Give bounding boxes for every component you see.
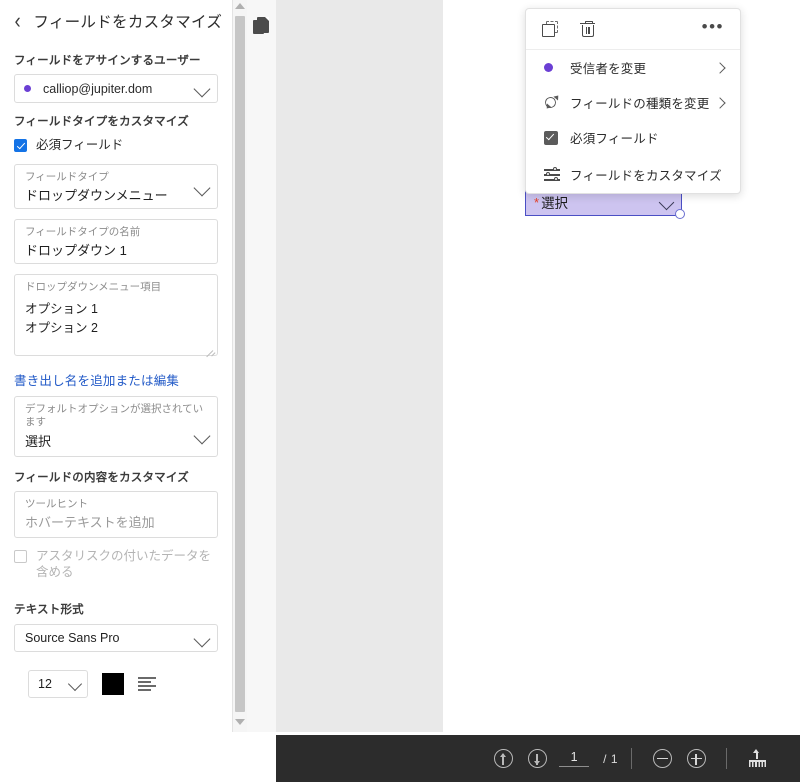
required-field-checkbox-row[interactable]: 必須フィールド [14,138,232,153]
menu-item-label: フィールドをカスタマイズ [570,168,722,183]
dropdown-options-textarea[interactable]: ドロップダウンメニュー項目 オプション 1 オプション 2 [14,274,218,358]
required-asterisk: * [534,194,540,210]
menu-item-required-field[interactable]: 必須フィールド [526,120,740,155]
recipient-dot-icon [544,63,563,72]
viewer-bottom-toolbar: 1 / 1 [276,735,800,782]
field-type-label: フィールドタイプ [25,171,109,184]
resize-grip-icon[interactable] [204,343,216,358]
edit-export-name-link[interactable]: 書き出し名を追加または編集 [14,370,232,389]
field-name-input[interactable]: フィールドタイプの名前 ドロップダウン 1 [14,219,218,265]
upload-button[interactable] [740,742,774,776]
tooltip-label: ツールヒント [25,498,88,511]
field-name-value: ドロップダウン 1 [25,243,127,259]
zoom-out-button[interactable] [645,742,679,776]
chevron-down-icon [193,80,211,98]
panel-header: ‹ フィールドをカスタマイズ [0,0,232,42]
panel-scrollbar[interactable] [232,0,247,732]
zoom-in-button[interactable] [679,742,713,776]
scroll-up-arrow-icon[interactable] [235,3,245,13]
include-asterisk-label: アスタリスクの付いたデータを含める [36,549,212,579]
toolbar-divider [726,748,727,769]
include-asterisk-checkbox-row[interactable]: アスタリスクの付いたデータを含める [14,549,214,580]
assign-user-value: calliop@jupiter.dom [43,81,153,96]
font-size-select[interactable]: 12 [28,670,88,698]
assign-user-select[interactable]: calliop@jupiter.dom [14,74,218,103]
checkbox-unchecked-icon[interactable] [14,550,27,564]
page-total-label: / 1 [603,751,618,766]
menu-item-label: フィールドの種類を変更 [570,97,710,111]
field-type-section-label: フィールドタイプをカスタマイズ [14,116,189,128]
viewer-rail [247,0,277,732]
chevron-right-icon [714,61,726,74]
chevron-down-icon [67,676,83,692]
document-field-value: 選択 [541,196,569,211]
scroll-down-arrow-icon[interactable] [235,719,245,729]
field-name-label: フィールドタイプの名前 [25,226,141,239]
arrow-up-circle-icon [493,749,513,768]
duplicate-icon[interactable] [542,21,558,37]
checkbox-checked-icon[interactable] [14,139,27,152]
dropdown-option-item: オプション 1 [25,302,98,317]
text-format-label: テキスト形式 [14,604,84,616]
recipient-dot-icon [24,85,31,92]
chevron-down-icon [658,194,675,211]
checkbox-checked-icon[interactable] [544,130,563,145]
sliders-icon [544,167,563,181]
dropdown-options-label: ドロップダウンメニュー項目 [25,281,162,294]
back-chevron-icon[interactable]: ‹ [15,10,21,32]
more-options-icon[interactable]: ••• [702,18,724,35]
required-field-label: 必須フィールド [36,138,124,152]
resize-handle[interactable] [675,209,685,219]
align-left-icon[interactable] [138,677,156,691]
field-type-value: ドロップダウンメニュー [25,188,168,204]
context-menu-toolbar: ••• [526,9,740,50]
default-option-value: 選択 [25,433,52,449]
menu-item-change-recipient[interactable]: 受信者を変更 [526,50,740,85]
next-page-button[interactable] [520,742,554,776]
arrow-down-circle-icon [527,749,547,768]
field-context-menu: ••• 受信者を変更 フィールドの種類を変更 必須フィールド フィールドをカスタ… [525,8,741,194]
customize-field-panel: ‹ フィールドをカスタマイズ フィールドをアサインするユーザー calliop@… [0,0,232,732]
menu-item-customize-field[interactable]: フィールドをカスタマイズ [526,155,740,193]
menu-item-label: 受信者を変更 [570,62,647,76]
font-family-select[interactable]: Source Sans Pro [14,624,218,652]
sync-icon [543,93,563,111]
content-section-label: フィールドの内容をカスタマイズ [14,472,189,485]
text-format-row: 12 [28,670,156,698]
font-color-swatch[interactable] [102,673,124,695]
assign-user-label: フィールドをアサインするユーザー [14,55,201,67]
pages-thumbnail-icon[interactable] [253,17,270,36]
zoom-out-icon [652,749,672,768]
zoom-in-icon [686,749,706,768]
page-number-input[interactable]: 1 [559,750,590,767]
tooltip-placeholder: ホバーテキストを追加 [25,515,155,531]
font-family-value: Source Sans Pro [25,631,120,645]
viewer-gutter [276,0,443,732]
page-title: フィールドをカスタマイズ [33,14,223,31]
chevron-right-icon [714,96,726,109]
field-type-select[interactable]: フィールドタイプ ドロップダウンメニュー [14,164,218,210]
upload-icon [748,749,767,767]
menu-item-label: 必須フィールド [570,132,659,146]
previous-page-button[interactable] [486,742,520,776]
default-option-select[interactable]: デフォルトオプションが選択されています 選択 [14,396,218,458]
menu-item-change-field-type[interactable]: フィールドの種類を変更 [526,85,740,120]
scrollbar-thumb[interactable] [235,16,245,712]
chevron-down-icon [193,630,211,648]
tooltip-input[interactable]: ツールヒント ホバーテキストを追加 [14,491,218,539]
default-option-label: デフォルトオプションが選択されています [25,403,204,429]
dropdown-option-item: オプション 2 [25,321,98,336]
font-size-value: 12 [38,677,52,691]
trash-icon[interactable] [580,20,595,38]
toolbar-divider [631,748,632,769]
